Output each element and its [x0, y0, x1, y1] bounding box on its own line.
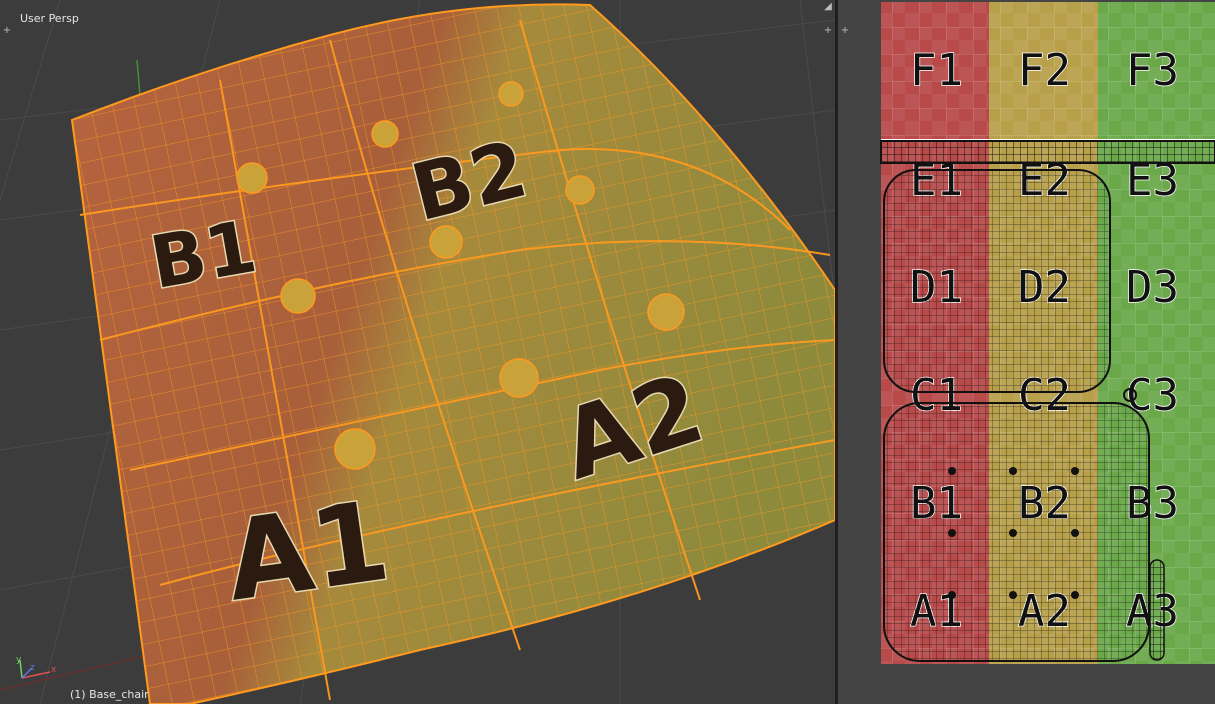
- viewport-3d[interactable]: B1 B2 A1 A2 y z x User Persp (1) Base_ch…: [0, 0, 835, 704]
- texture-label-a1: A1: [218, 476, 396, 625]
- view-mode-label: User Persp: [20, 12, 79, 25]
- corner-plus-icon[interactable]: +: [823, 26, 833, 36]
- viewport-canvas[interactable]: B1 B2 A1 A2 y z x: [0, 0, 835, 704]
- axis-gizmo-icon: y z x: [16, 655, 57, 679]
- axis-y-label: y: [16, 655, 22, 665]
- axis-z-label: z: [30, 663, 35, 673]
- z-axis-line: [136, 59, 141, 96]
- mesh-object[interactable]: [70, 3, 835, 704]
- uv-image-editor[interactable]: + + F1 F2 F3 E1 E2: [838, 0, 1215, 704]
- active-object-label: (1) Base_chair: [70, 688, 149, 701]
- uv-canvas[interactable]: F1 F2 F3 E1 E2 E3 D1 D2 D3 C1 C2 C3 B1 B…: [838, 0, 1215, 704]
- corner-plus-icon[interactable]: +: [2, 26, 12, 36]
- axis-x-label: x: [51, 665, 57, 675]
- uv-label-f3: F3: [1126, 45, 1179, 96]
- corner-resize-icon[interactable]: ◢: [823, 2, 833, 12]
- uv-label-f2: F2: [1018, 45, 1071, 96]
- uv-label-d3: D3: [1126, 262, 1179, 313]
- uv-label-f1: F1: [910, 45, 963, 96]
- texture-label-b1: B1: [144, 204, 262, 305]
